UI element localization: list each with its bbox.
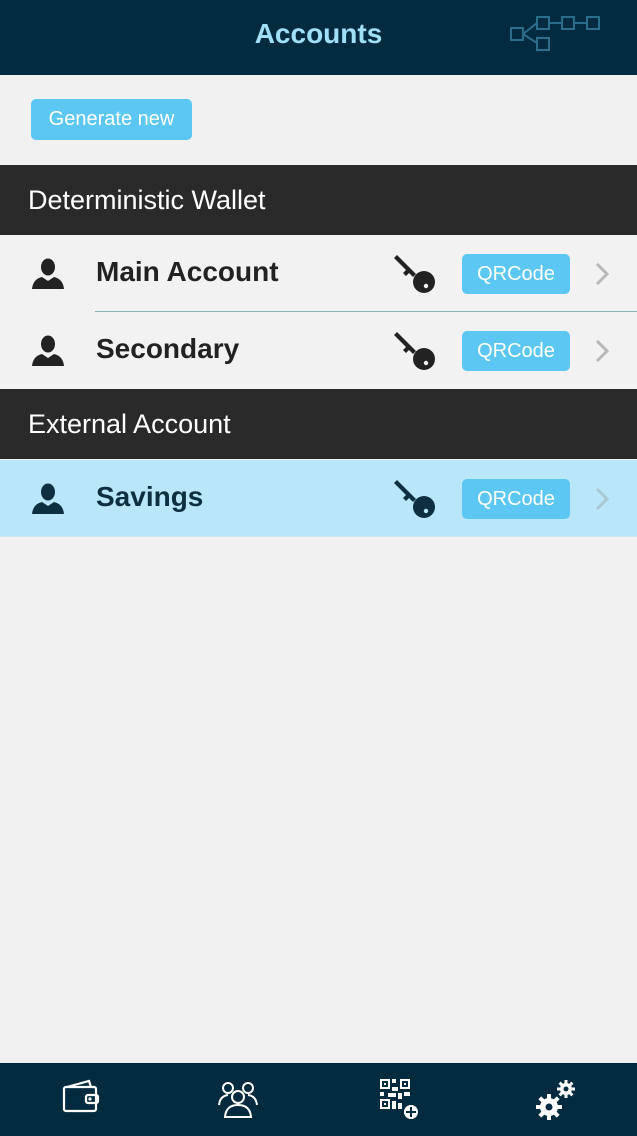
user-icon — [32, 335, 64, 366]
contacts-icon[interactable] — [214, 1075, 262, 1123]
chevron-right-icon — [595, 487, 610, 511]
private-key-icon[interactable] — [394, 253, 438, 295]
blockchain-icon[interactable] — [508, 14, 603, 56]
qr-scan-icon[interactable] — [374, 1075, 422, 1123]
bottom-tab-bar — [0, 1063, 637, 1136]
header-bar: Accounts — [0, 0, 637, 75]
chevron-right-icon — [595, 339, 610, 363]
private-key-icon[interactable] — [394, 478, 438, 520]
account-name: Savings — [96, 481, 204, 512]
user-icon — [32, 483, 64, 514]
private-key-icon[interactable] — [394, 330, 438, 372]
generate-new-button[interactable]: Generate new — [31, 99, 192, 140]
qrcode-button[interactable]: QRCode — [462, 254, 570, 294]
account-name: Secondary — [96, 333, 240, 364]
qrcode-button[interactable]: QRCode — [462, 479, 570, 519]
section-header-external-account: External Account — [0, 389, 637, 459]
settings-gears-icon[interactable] — [533, 1075, 581, 1123]
account-row-savings[interactable]: Savings QRCode — [0, 460, 637, 537]
account-row-main-account[interactable]: Main Account QRCode — [0, 235, 637, 312]
account-row-secondary[interactable]: Secondary QRCode — [0, 312, 637, 389]
wallet-icon[interactable] — [57, 1075, 105, 1123]
user-icon — [32, 258, 64, 289]
qrcode-button[interactable]: QRCode — [462, 331, 570, 371]
section-header-deterministic-wallet: Deterministic Wallet — [0, 165, 637, 235]
account-name: Main Account — [96, 256, 279, 287]
chevron-right-icon — [595, 262, 610, 286]
